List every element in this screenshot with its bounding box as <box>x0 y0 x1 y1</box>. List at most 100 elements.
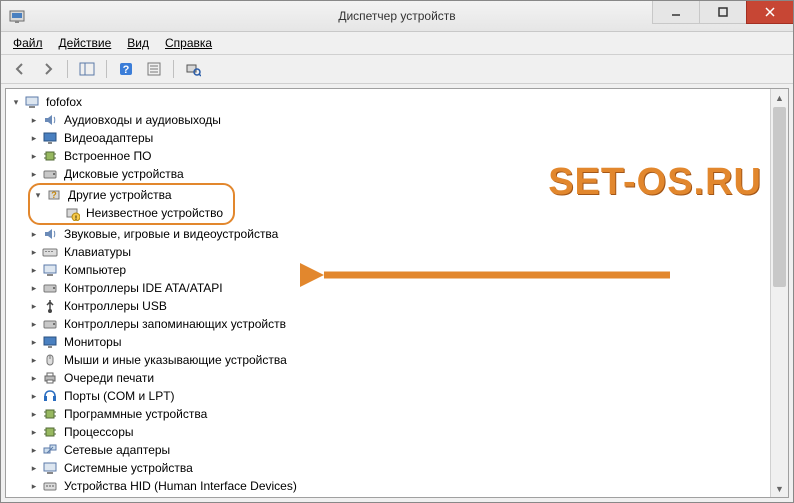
category-label: Мониторы <box>62 333 123 351</box>
toolbar-separator <box>67 60 68 78</box>
tree-category[interactable]: ▸ Клавиатуры <box>10 243 788 261</box>
toolbar-separator <box>106 60 107 78</box>
tree-category[interactable]: ▸ Процессоры <box>10 423 788 441</box>
computer-icon <box>42 460 58 476</box>
svg-text:?: ? <box>123 64 130 76</box>
audio-icon <box>42 226 58 242</box>
tree-category[interactable]: ▸ Мониторы <box>10 333 788 351</box>
expander-icon[interactable]: ▸ <box>28 264 40 276</box>
tree-category[interactable]: ▸ Контроллеры IDE ATA/ATAPI <box>10 279 788 297</box>
tree-category[interactable]: ▸ Дисковые устройства <box>10 165 788 183</box>
tree-category[interactable]: ▸ Видеоадаптеры <box>10 129 788 147</box>
expander-icon[interactable]: ▸ <box>28 336 40 348</box>
expander-icon[interactable]: ▸ <box>28 390 40 402</box>
expander-icon[interactable]: ▸ <box>28 408 40 420</box>
category-label: Устройства HID (Human Interface Devices) <box>62 477 299 495</box>
category-label: Клавиатуры <box>62 243 133 261</box>
expander-icon[interactable]: ▸ <box>28 228 40 240</box>
vertical-scrollbar[interactable]: ▲ ▼ <box>770 89 788 497</box>
category-label: Порты (COM и LPT) <box>62 387 177 405</box>
tree-category[interactable]: ▸ Контроллеры запоминающих устройств <box>10 315 788 333</box>
display-icon <box>42 130 58 146</box>
tree-category[interactable]: ▸ Устройства HID (Human Interface Device… <box>10 477 788 495</box>
expander-icon[interactable]: ▸ <box>28 318 40 330</box>
menu-action[interactable]: Действие <box>53 34 118 52</box>
category-label: Встроенное ПО <box>62 147 153 165</box>
expander-icon[interactable]: ▾ <box>32 189 44 201</box>
scroll-thumb[interactable] <box>773 107 786 287</box>
computer-icon <box>42 262 58 278</box>
menu-help[interactable]: Справка <box>159 34 218 52</box>
scan-hardware-button[interactable] <box>180 57 206 81</box>
expander-icon[interactable]: ▸ <box>28 246 40 258</box>
menu-bar: Файл Действие Вид Справка <box>1 32 793 55</box>
disk-icon <box>42 316 58 332</box>
svg-text:?: ? <box>51 190 57 200</box>
close-button[interactable] <box>746 1 793 24</box>
category-label: Видеоадаптеры <box>62 129 155 147</box>
minimize-button[interactable] <box>652 1 699 24</box>
expander-icon[interactable]: ▸ <box>28 372 40 384</box>
chip-icon <box>42 148 58 164</box>
help-button[interactable]: ? <box>113 57 139 81</box>
expander-icon[interactable]: ▸ <box>28 426 40 438</box>
tree-category[interactable]: ▸ Звуковые, игровые и видеоустройства <box>10 225 788 243</box>
expander-icon[interactable]: ▸ <box>28 354 40 366</box>
category-label: Программные устройства <box>62 405 209 423</box>
menu-file[interactable]: Файл <box>7 34 49 52</box>
tree-category[interactable]: ▸ Сетевые адаптеры <box>10 441 788 459</box>
root-label: fofofox <box>44 93 84 111</box>
expander-icon[interactable]: ▸ <box>28 114 40 126</box>
tree-category[interactable]: ▸ Встроенное ПО <box>10 147 788 165</box>
maximize-button[interactable] <box>699 1 746 24</box>
highlight-box: ▾ ? Другие устройства ! Неизвестное устр… <box>28 183 235 225</box>
tree-category[interactable]: ▸ Контроллеры USB <box>10 297 788 315</box>
usb-icon <box>42 298 58 314</box>
computer-icon <box>24 94 40 110</box>
hid-icon <box>42 478 58 494</box>
unknown-icon: ! <box>64 205 80 221</box>
chip-icon <box>42 406 58 422</box>
device-manager-window: Диспетчер устройств Файл Действие Вид Сп… <box>0 0 794 503</box>
scroll-up-icon[interactable]: ▲ <box>771 89 788 106</box>
tree-category[interactable]: ▾ ? Другие устройства <box>32 186 225 204</box>
category-label: Процессоры <box>62 423 136 441</box>
properties-button[interactable] <box>141 57 167 81</box>
tree-category[interactable]: ▸ Компьютер <box>10 261 788 279</box>
expander-icon[interactable]: ▸ <box>28 462 40 474</box>
show-hide-tree-button[interactable] <box>74 57 100 81</box>
tree-category[interactable]: ▸ Программные устройства <box>10 405 788 423</box>
category-label: Звуковые, игровые и видеоустройства <box>62 225 280 243</box>
tree-category[interactable]: ▸ Очереди печати <box>10 369 788 387</box>
toolbar-separator <box>173 60 174 78</box>
keyboard-icon <box>42 244 58 260</box>
expander-icon[interactable]: ▸ <box>28 168 40 180</box>
expander-icon[interactable]: ▸ <box>28 480 40 492</box>
device-tree-panel: ▾ fofofox ▸ Аудиовходы и аудиовыходы ▸ В… <box>5 88 789 498</box>
expander-icon[interactable]: ▸ <box>28 300 40 312</box>
toolbar: ? <box>1 55 793 84</box>
chip-icon <box>42 424 58 440</box>
svg-text:!: ! <box>75 216 77 221</box>
menu-view[interactable]: Вид <box>121 34 155 52</box>
disk-icon <box>42 166 58 182</box>
tree-category[interactable]: ▸ Аудиовходы и аудиовыходы <box>10 111 788 129</box>
expander-icon[interactable]: ▸ <box>28 150 40 162</box>
category-label: Аудиовходы и аудиовыходы <box>62 111 223 129</box>
category-label: Контроллеры USB <box>62 297 169 315</box>
scroll-down-icon[interactable]: ▼ <box>771 480 788 497</box>
expander-icon[interactable]: ▾ <box>10 96 22 108</box>
category-label: Компьютер <box>62 261 128 279</box>
back-button[interactable] <box>7 57 33 81</box>
tree-category[interactable]: ▸ Мыши и иные указывающие устройства <box>10 351 788 369</box>
forward-button[interactable] <box>35 57 61 81</box>
expander-icon[interactable]: ▸ <box>28 282 40 294</box>
printer-icon <box>42 370 58 386</box>
tree-item-unknown[interactable]: ! Неизвестное устройство <box>32 204 225 222</box>
expander-icon[interactable]: ▸ <box>28 132 40 144</box>
tree-category[interactable]: ▸ Системные устройства <box>10 459 788 477</box>
category-label: Мыши и иные указывающие устройства <box>62 351 289 369</box>
tree-category[interactable]: ▸ Порты (COM и LPT) <box>10 387 788 405</box>
tree-root[interactable]: ▾ fofofox <box>10 93 788 111</box>
expander-icon[interactable]: ▸ <box>28 444 40 456</box>
